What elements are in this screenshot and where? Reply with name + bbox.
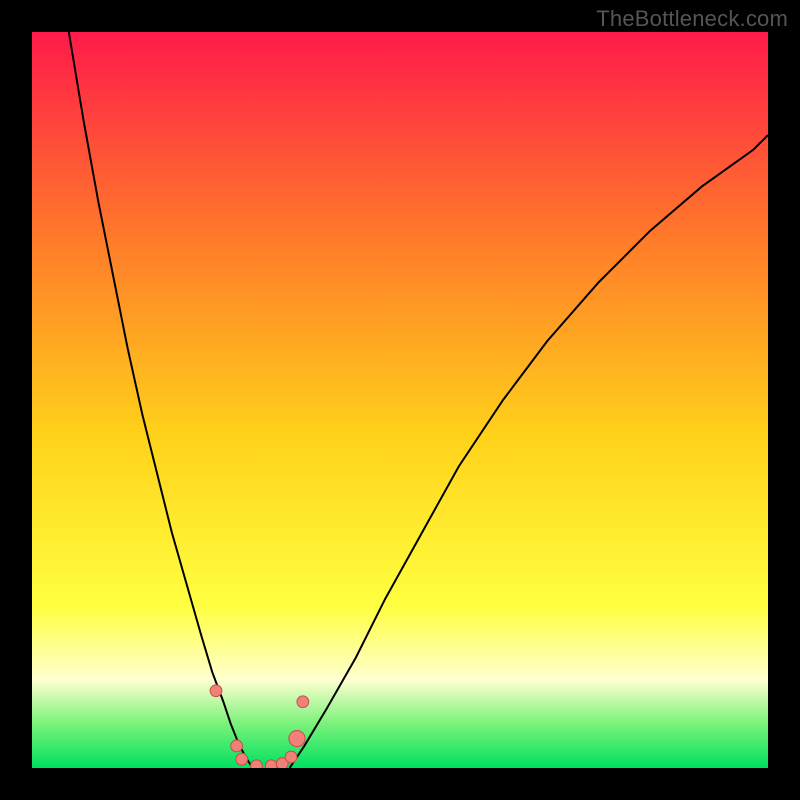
branding-watermark: TheBottleneck.com [596,6,788,32]
data-marker [285,751,297,763]
data-marker [289,730,305,746]
data-marker [210,685,222,697]
data-marker [251,760,263,768]
data-marker [265,760,277,768]
chart-svg [32,32,768,768]
data-marker [231,740,243,752]
outer-frame: TheBottleneck.com [0,0,800,800]
data-marker [236,753,248,765]
plot-area [32,32,768,768]
data-marker [297,696,309,708]
gradient-background [32,32,768,768]
